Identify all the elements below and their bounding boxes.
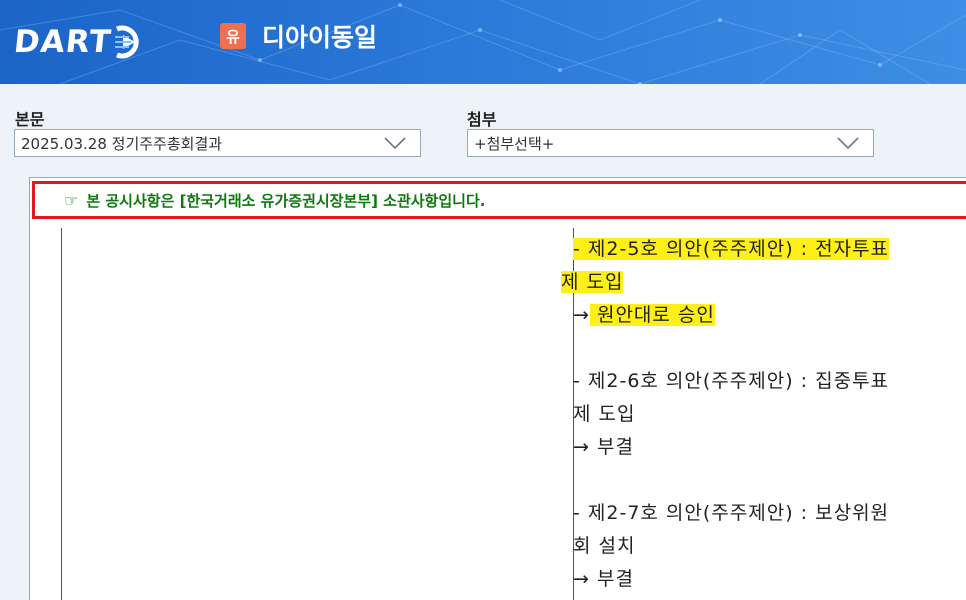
item5-title-cont: 제 도입 — [561, 271, 624, 293]
logo-text: DART — [12, 24, 114, 60]
attachment-label: 첨부 — [467, 110, 497, 129]
company-title: 유 디아이동일 — [220, 18, 377, 54]
report-select-value: 2025.03.28 정기주주총회결과 — [21, 134, 223, 153]
pointing-hand-icon: ☞ — [64, 190, 79, 210]
report-label: 본문 — [15, 110, 45, 129]
item5-title: - 제2-5호 의안(주주제안) : 전자투표 — [573, 238, 890, 260]
item7-title: - 제2-7호 의안(주주제안) : 보상위원 — [573, 502, 890, 524]
resolution-results: - 제2-5호 의안(주주제안) : 전자투표 제 도입 → 원안대로 승인 -… — [561, 233, 966, 596]
attachment-select-value: +첨부선택+ — [474, 134, 555, 153]
arrow: → — [573, 304, 590, 326]
chevron-down-icon — [384, 137, 406, 150]
logo-swoosh-icon — [115, 25, 140, 59]
company-name: 디아이동일 — [262, 23, 378, 52]
table-border-left — [61, 228, 62, 600]
item6-title: - 제2-6호 의안(주주제안) : 집중투표 — [573, 370, 890, 392]
item7-result: → 부결 — [573, 568, 634, 590]
item7-title-cont: 회 설치 — [573, 535, 636, 557]
document-viewer[interactable]: ☞ 본 공시사항은 [한국거래소 유가증권시장본부] 소관사항입니다. - 제2… — [29, 177, 966, 600]
attachment-select[interactable]: +첨부선택+ — [467, 129, 874, 157]
header-bar: DART 유 디아이동일 — [0, 0, 966, 84]
report-select[interactable]: 2025.03.28 정기주주총회결과 — [14, 129, 421, 157]
market-badge: 유 — [220, 23, 246, 49]
item6-result: → 부결 — [573, 436, 634, 458]
network-background — [0, 0, 966, 84]
item5-result: 원안대로 승인 — [589, 304, 715, 326]
jurisdiction-notice: ☞ 본 공시사항은 [한국거래소 유가증권시장본부] 소관사항입니다. — [32, 181, 966, 219]
dart-logo[interactable]: DART — [12, 22, 143, 62]
chevron-down-icon — [837, 137, 859, 150]
notice-text: 본 공시사항은 [한국거래소 유가증권시장본부] 소관사항입니다. — [86, 191, 486, 210]
item6-title-cont: 제 도입 — [573, 403, 636, 425]
